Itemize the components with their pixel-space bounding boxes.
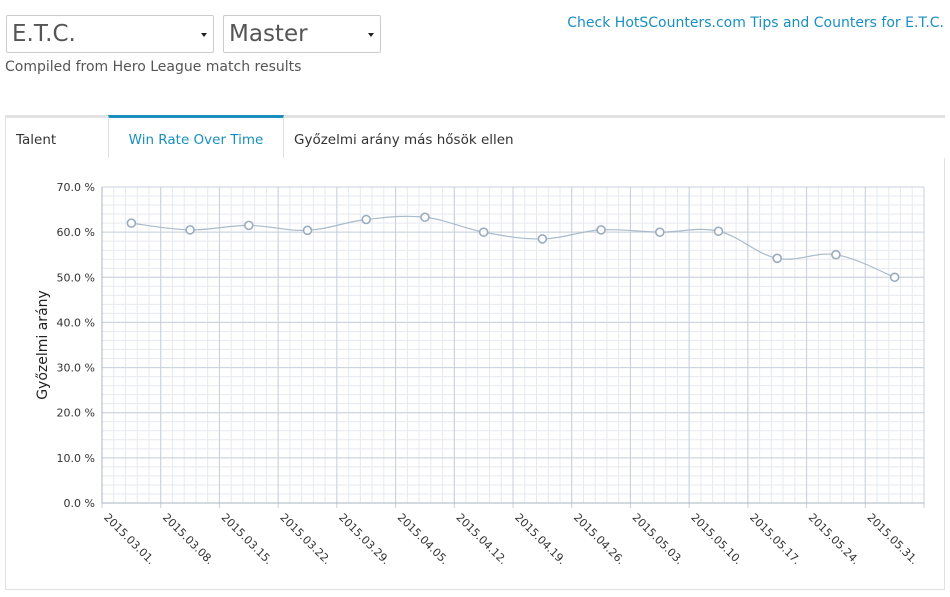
tab-talent-details[interactable]: Talent Details <box>5 115 109 192</box>
league-select-value: Master <box>229 21 308 47</box>
y-tick-label: 20.0 % <box>57 407 95 420</box>
data-point <box>185 225 195 235</box>
data-point <box>772 253 783 264</box>
league-select[interactable]: Master <box>223 15 381 53</box>
y-tick-label: 40.0 % <box>57 316 95 329</box>
data-point <box>478 227 489 237</box>
y-tick-label: 50.0 % <box>57 271 95 284</box>
x-tick-label: 2015.03.08. <box>160 511 216 567</box>
data-point <box>713 226 724 237</box>
data-point <box>831 249 841 260</box>
data-point <box>361 214 372 225</box>
y-axis-title: Győzelmi arány <box>35 290 51 400</box>
data-point <box>596 225 606 235</box>
data-point <box>889 272 900 283</box>
x-tick-label: 2015.04.05. <box>395 511 451 567</box>
y-tick-label: 30.0 % <box>57 362 95 375</box>
y-tick-label: 70.0 % <box>57 181 95 194</box>
tab-win-rate-over-time[interactable]: Win Rate Over Time <box>108 115 284 160</box>
x-tick-label: 2015.03.22. <box>277 511 333 567</box>
x-tick-label: 2015.04.26. <box>571 511 627 567</box>
counters-link[interactable]: Check HotSCounters.com Tips and Counters… <box>567 15 944 31</box>
x-tick-label: 2015.05.03. <box>630 511 686 567</box>
data-point <box>243 220 254 231</box>
x-tick-label: 2015.05.17. <box>747 511 803 567</box>
x-tick-label: 2015.03.15. <box>219 511 275 567</box>
x-tick-label: 2015.05.31. <box>865 511 921 567</box>
data-point <box>302 225 313 236</box>
x-tick-label: 2015.05.10. <box>688 511 744 567</box>
data-point <box>537 234 548 244</box>
hero-select-value: E.T.C. <box>12 21 76 47</box>
hero-select[interactable]: E.T.C. <box>6 15 214 53</box>
data-point <box>126 218 137 228</box>
caret-down-icon <box>368 33 374 37</box>
win-rate-chart: 0.0 % 10.0 % 20.0 % 30.0 % 40.0 % 50.0 % 60.0 … <box>35 181 925 567</box>
y-tick-label: 0.0 % <box>64 497 95 510</box>
tab-bar: Talent Details Win Rate Over Time Győzel… <box>5 115 945 192</box>
data-point <box>420 212 430 223</box>
x-tick-label: 2015.04.12. <box>454 511 510 567</box>
x-tick-label: 2015.03.29. <box>336 511 392 567</box>
x-tick-label: 2015.03.01. <box>101 511 157 567</box>
x-tick-label: 2015.05.24. <box>806 511 862 567</box>
page-subtitle: Compiled from Hero League match results <box>5 59 302 75</box>
caret-down-icon <box>201 33 207 37</box>
x-tick-label: 2015.04.19. <box>512 511 568 567</box>
y-tick-label: 60.0 % <box>57 226 95 239</box>
chart-panel: 0.0 % 10.0 % 20.0 % 30.0 % 40.0 % 50.0 % 60.0 … <box>5 158 945 590</box>
y-tick-label: 10.0 % <box>57 452 95 465</box>
data-point <box>654 227 665 237</box>
tab-win-rate-vs-heroes[interactable]: Győzelmi arány más hősök ellen <box>284 115 524 159</box>
